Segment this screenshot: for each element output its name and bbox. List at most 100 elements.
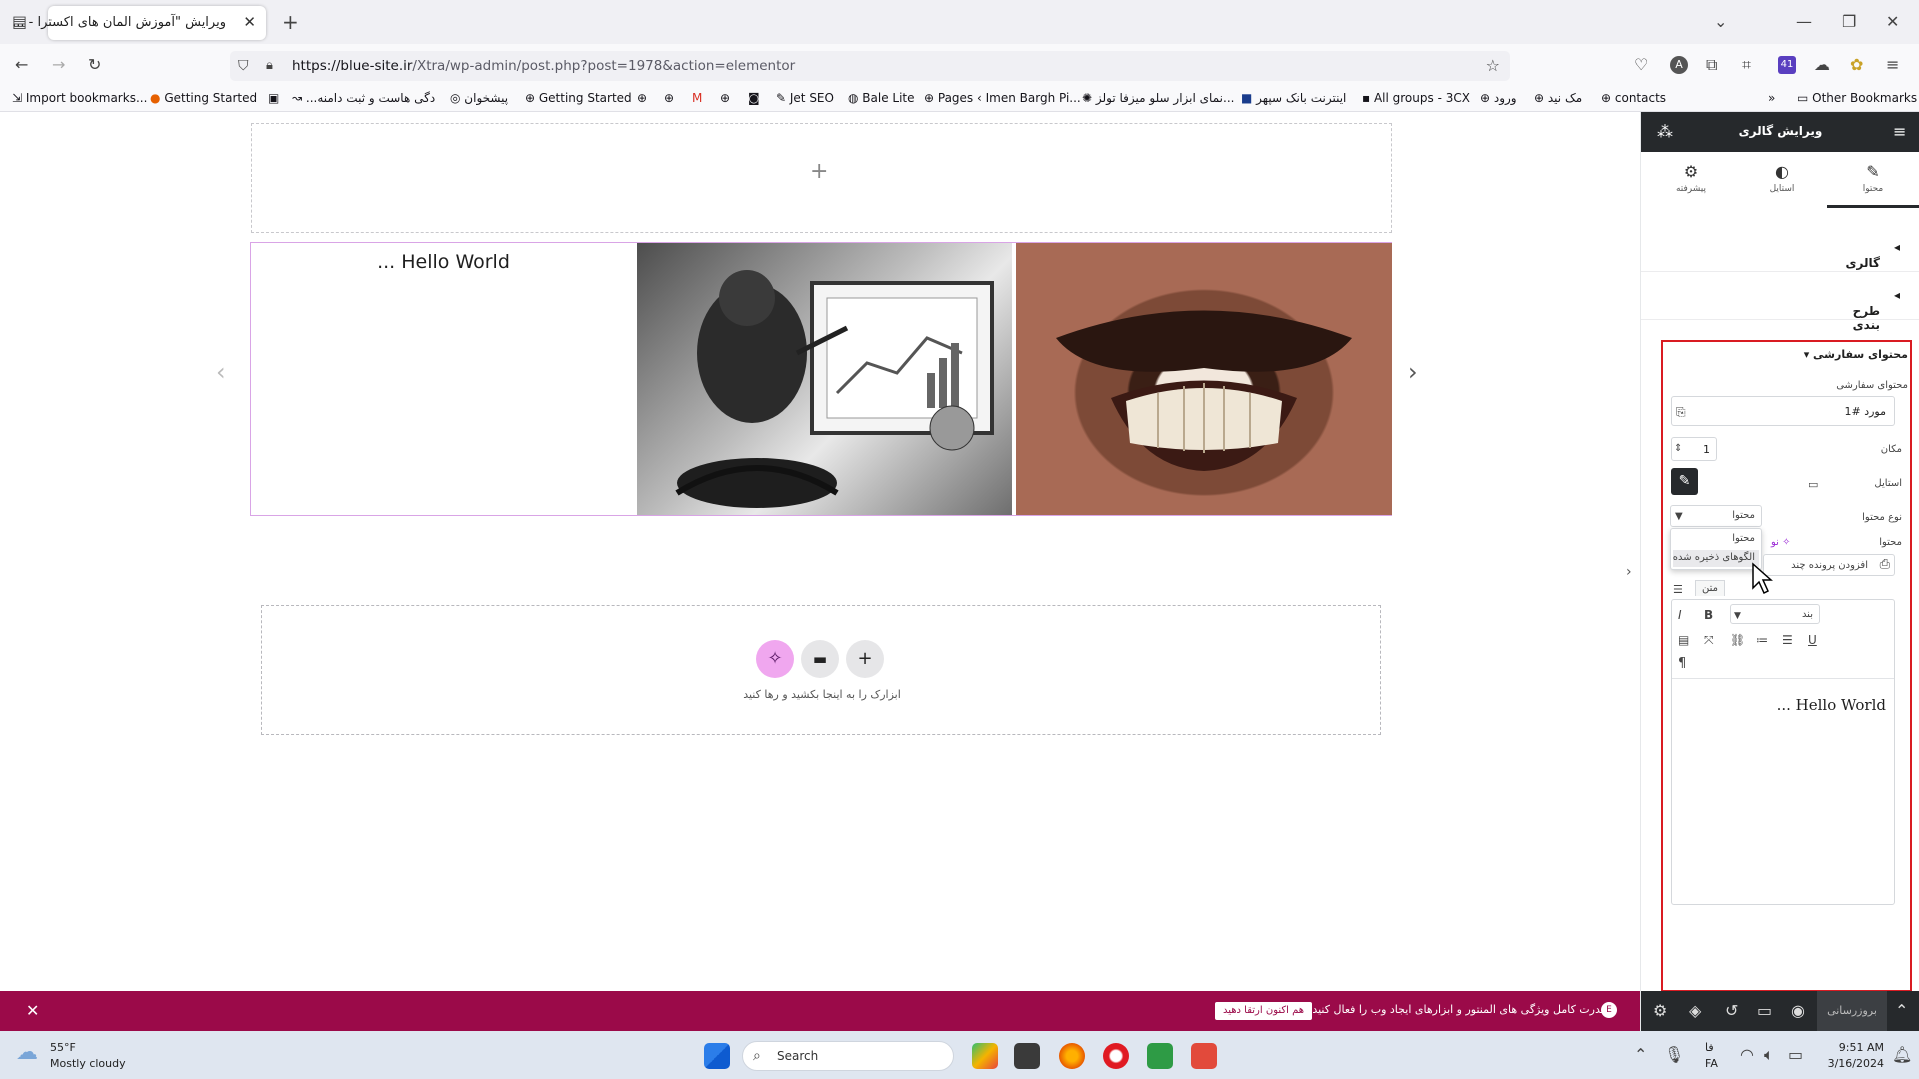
bookmark-item[interactable]: ⇲ Import bookmarks... xyxy=(12,91,147,105)
pocket-icon[interactable]: ♡ xyxy=(1634,57,1648,73)
add-section-icon[interactable]: + xyxy=(846,640,884,678)
history-icon[interactable]: ↺ xyxy=(1725,1003,1738,1019)
bookmark-item[interactable]: ▪ All groups - 3CX xyxy=(1362,91,1470,105)
minimize-icon[interactable]: — xyxy=(1796,14,1812,30)
wifi-icon[interactable]: ◠ xyxy=(1740,1047,1754,1063)
chevron-up-icon[interactable]: ⌃ xyxy=(1895,1003,1908,1019)
bookmark-item[interactable]: دگی هاست و ثبت دامنه... ↝ xyxy=(292,91,435,105)
globe-icon[interactable]: ⊕ xyxy=(720,91,730,105)
reload-icon[interactable]: ↻ xyxy=(88,57,101,73)
language-fa[interactable]: فا xyxy=(1705,1041,1714,1054)
stepper-icon[interactable]: ⇕ xyxy=(1674,441,1682,457)
navigator-layers-icon[interactable]: ◈ xyxy=(1689,1003,1701,1019)
upgrade-button[interactable]: هم اکنون ارتقا دهید xyxy=(1215,1002,1313,1020)
new-tab-icon[interactable]: + xyxy=(282,12,299,32)
smile-image[interactable] xyxy=(1016,243,1392,515)
update-button[interactable]: بروزرسانی xyxy=(1817,991,1887,1031)
duplicate-icon[interactable]: ⎘ xyxy=(1676,404,1686,420)
chevron-down-icon[interactable]: ⌄ xyxy=(1714,14,1727,30)
bookmark-item[interactable]: ⊕ مک نید xyxy=(1534,91,1582,105)
gallery-custom-item[interactable]: ... Hello World xyxy=(251,243,636,515)
battery-icon[interactable]: ▭ xyxy=(1788,1047,1803,1063)
menu-icon[interactable]: ≡ xyxy=(1886,57,1899,73)
forward-icon[interactable]: → xyxy=(52,57,65,73)
clock-time[interactable]: 9:51 AM xyxy=(1822,1041,1884,1054)
carousel-prev-icon[interactable]: ‹ xyxy=(216,360,226,384)
account-icon[interactable]: A xyxy=(1670,56,1688,74)
close-tab-icon[interactable]: ✕ xyxy=(243,13,256,31)
tab-content[interactable]: ✎ محتوا xyxy=(1827,152,1919,208)
underline-icon[interactable]: U xyxy=(1808,632,1817,648)
preview-eye-icon[interactable]: ◉ xyxy=(1791,1003,1805,1019)
back-icon[interactable]: ← xyxy=(15,57,28,73)
bookmark-item[interactable]: ⊕ contacts xyxy=(1601,91,1666,105)
paragraph-direction-icon[interactable]: ¶ xyxy=(1678,656,1686,672)
genie-image[interactable] xyxy=(637,243,1012,515)
section-layout[interactable]: طرح بندی ◂ xyxy=(1641,272,1919,332)
weather-cloud-icon[interactable]: ☁ xyxy=(16,1042,38,1064)
lock-icon[interactable]: 🔒︎ xyxy=(266,58,273,74)
close-window-icon[interactable]: ✕ xyxy=(1886,14,1899,30)
camtasia-green-icon[interactable] xyxy=(1147,1043,1173,1069)
dropdown-option[interactable]: الگوهای ذخیره شده xyxy=(1673,550,1759,567)
bookmark-item[interactable]: ⊕ ورود xyxy=(1480,91,1517,105)
gear-icon[interactable]: ⚙ xyxy=(1653,1003,1667,1019)
italic-icon[interactable]: I xyxy=(1678,607,1682,623)
globe-icon[interactable]: ⊕ xyxy=(664,91,674,105)
shield-icon[interactable]: ⛉ xyxy=(238,58,249,74)
extension-badge-icon[interactable]: 41 xyxy=(1778,56,1796,74)
fullscreen-icon[interactable]: ⤧ xyxy=(1704,632,1714,648)
empty-section[interactable]: + xyxy=(251,123,1392,233)
ordered-list-icon[interactable]: ≔ xyxy=(1756,632,1768,648)
extensions-icon[interactable]: ⧉ xyxy=(1706,57,1717,73)
cloud-icon[interactable]: ☁ xyxy=(1814,57,1830,73)
bookmark-item[interactable]: ■ اینترنت بانک سپهر xyxy=(1241,91,1346,105)
rich-text-editor[interactable]: ▼ بند B I ▤ ⤧ ⛓ ≔ ☰ U ¶ ... Hello World xyxy=(1671,599,1895,905)
bookmark-item[interactable]: ▣ xyxy=(268,91,279,105)
folder-icon[interactable]: ▬ xyxy=(801,640,839,678)
bookmark-icon[interactable]: ◙ xyxy=(748,91,760,105)
bookmark-item[interactable]: ✎ Jet SEO xyxy=(776,91,834,105)
copilot-icon[interactable] xyxy=(972,1043,998,1069)
crop-icon[interactable]: ⌗ xyxy=(1742,57,1751,73)
link-icon[interactable]: ⛓ xyxy=(1730,632,1745,648)
bookmark-item[interactable]: ⊕ Pages ‹ Imen Bargh Pi... xyxy=(924,91,1081,105)
cookie-icon[interactable]: ✿ xyxy=(1850,57,1863,73)
dropdown-option[interactable]: محتوا xyxy=(1732,533,1755,544)
taskbar-search[interactable]: ⌕ Search xyxy=(742,1041,954,1071)
url-bar[interactable]: ⛉ 🔒︎ https://blue-site.ir/Xtra/wp-admin/… xyxy=(230,51,1510,81)
content-type-select[interactable]: ▼ محتوا xyxy=(1670,505,1762,527)
gmail-icon[interactable]: M xyxy=(692,91,702,105)
section-gallery[interactable]: گالری ◂ xyxy=(1641,224,1919,272)
file-explorer-icon[interactable] xyxy=(1014,1043,1040,1069)
drop-zone[interactable]: ✧ ▬ + ابزارک را به اینجا بکشید و رها کنی… xyxy=(261,605,1381,735)
tab-style[interactable]: ◐ استایل xyxy=(1736,152,1828,208)
browser-tab[interactable]: ویرایش "آموزش المان های اکسترا - ... ✕ xyxy=(12,6,266,40)
close-notice-icon[interactable]: ✕ xyxy=(26,1003,39,1019)
ai-sparkle-icon[interactable]: ✧ xyxy=(756,640,794,678)
globe-icon[interactable]: ⊕ xyxy=(637,91,647,105)
collapse-panel-icon[interactable]: › xyxy=(1626,564,1632,580)
hamburger-icon[interactable]: ≡ xyxy=(1893,124,1906,140)
toolbar-toggle-icon[interactable]: ☰ xyxy=(1673,582,1683,598)
windows-start-icon[interactable] xyxy=(704,1043,730,1069)
position-input[interactable]: ⇕ 1 xyxy=(1671,437,1717,461)
gallery-widget[interactable]: ... Hello World xyxy=(250,242,1392,516)
microphone-icon[interactable]: 🎙︎ xyxy=(1664,1047,1684,1063)
toolbar-toggle-icon[interactable]: ▤ xyxy=(1678,632,1689,648)
bookmark-item[interactable]: ⊕ Getting Started xyxy=(525,91,632,105)
add-widget-icon[interactable]: + xyxy=(810,161,828,183)
clock-date[interactable]: 3/16/2024 xyxy=(1822,1057,1884,1070)
responsive-mode-icon[interactable]: ▭ xyxy=(1757,1003,1772,1019)
volume-icon[interactable]: 🔈︎ xyxy=(1764,1047,1774,1063)
bullet-list-icon[interactable]: ☰ xyxy=(1782,632,1793,648)
text-tab[interactable]: متن xyxy=(1695,580,1725,596)
camtasia-red-icon[interactable] xyxy=(1191,1043,1217,1069)
carousel-next-icon[interactable]: › xyxy=(1408,360,1418,384)
bookmark-star-icon[interactable]: ☆ xyxy=(1486,58,1500,74)
more-bookmarks-icon[interactable]: » xyxy=(1768,91,1775,105)
bold-icon[interactable]: B xyxy=(1704,607,1713,623)
custom-section-title[interactable]: محتوای سفارشی ▾ xyxy=(1804,348,1908,361)
bookmark-item[interactable]: ◍ Bale Lite xyxy=(848,91,915,105)
notifications-bell-icon[interactable]: 🔔︎ xyxy=(1892,1047,1912,1063)
